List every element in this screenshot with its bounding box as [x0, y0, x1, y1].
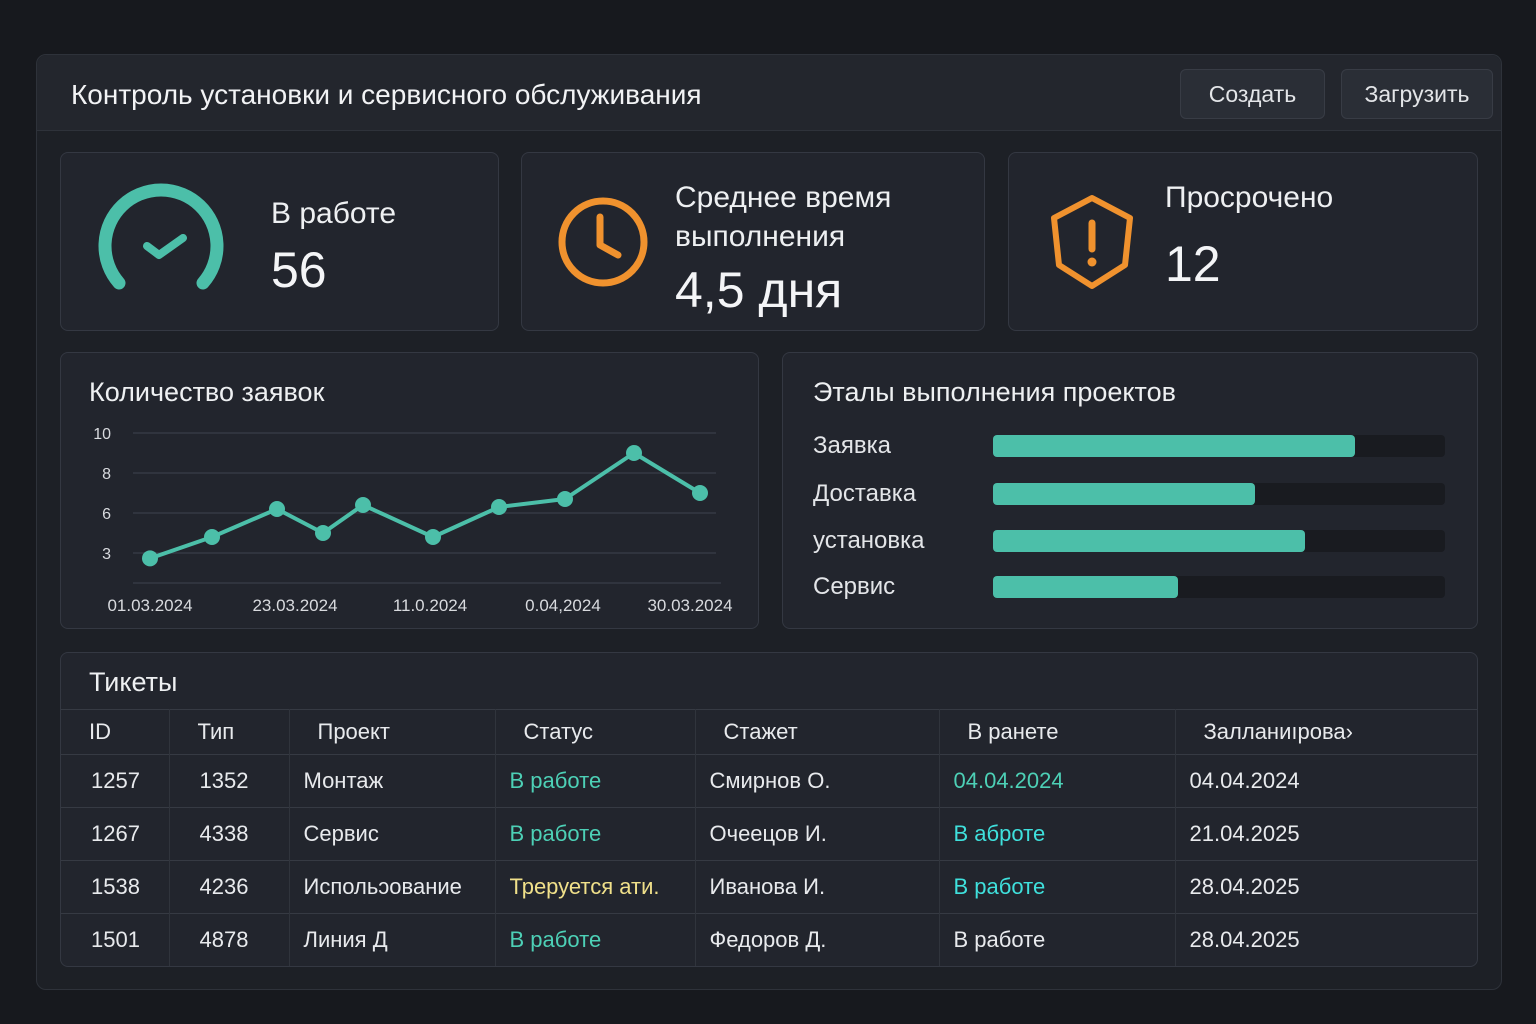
table-cell: Треруется ати.: [495, 860, 696, 914]
stage-progress-bar: [993, 483, 1445, 505]
stage-progress-bar: [993, 530, 1445, 552]
table-cell: 28.04.2025: [1175, 860, 1477, 914]
table-cell: Федоров Д.: [695, 913, 940, 966]
stage-progress-fill: [993, 435, 1355, 457]
table-cell: 1267: [61, 807, 170, 861]
stage-progress-bar: [993, 576, 1445, 598]
line-chart: 3 6 8 10 01.03.2024 23.03.2024 11.0.2024 0.04,2…: [93, 426, 732, 615]
table-cell: 1538: [61, 860, 170, 914]
table-cell: 4236: [169, 860, 290, 914]
stage-label: Заявка: [813, 432, 891, 459]
stages-panel: Эталы выполнения проектов Заявка Доставк…: [782, 352, 1478, 629]
data-point: [269, 501, 285, 517]
table-cell: Линия Д: [289, 913, 496, 966]
column-header[interactable]: Стажет: [695, 709, 940, 755]
tickets-table: ID Тип Проект Статус Стажет В ранете Залланиıр…: [61, 709, 1477, 966]
kpi-in-progress: В работе 56: [60, 152, 499, 331]
create-button[interactable]: Создать: [1180, 69, 1325, 119]
table-cell: 4878: [169, 913, 290, 966]
data-point: [692, 485, 708, 501]
x-tick-label: 11.0.2024: [393, 596, 467, 615]
y-tick-label: 3: [102, 546, 111, 563]
table-cell: В работе: [495, 754, 696, 808]
y-tick-label: 8: [102, 466, 111, 483]
upload-button[interactable]: Загрузить: [1341, 69, 1493, 119]
data-point: [142, 550, 158, 567]
table-row[interactable]: 1257 1352 Монтаж В работе Смирнов О. 04.04.20…: [61, 754, 1477, 808]
kpi-value: 56: [271, 242, 327, 298]
kpi-label: В работе: [271, 197, 397, 230]
stage-progress-fill: [993, 530, 1305, 552]
requests-chart-panel: Количество заявок 3 6 8 10 01.03.2024 23.03.2…: [60, 352, 759, 629]
table-cell: 04.04.2024: [939, 754, 1176, 808]
table-cell: 1501: [61, 913, 170, 966]
stage-progress-bar: [993, 435, 1445, 457]
table-cell: В работе: [495, 807, 696, 861]
table-cell: 4338: [169, 807, 290, 861]
warning-hexagon-icon: [1051, 195, 1133, 289]
table-row[interactable]: 1538 4236 Испольɔование Треруется ати. Ивано…: [61, 860, 1477, 914]
column-header[interactable]: ID: [61, 709, 170, 755]
stages-title: Эталы выполнения проектов: [813, 377, 1176, 407]
data-point: [355, 497, 371, 513]
clock-icon: [558, 197, 648, 287]
table-cell: Очеецов И.: [695, 807, 940, 861]
column-header[interactable]: Тип: [169, 709, 290, 755]
table-cell: 21.04.2025: [1175, 807, 1477, 861]
table-cell: В аброте: [939, 807, 1176, 861]
kpi-label: Среднее время: [675, 181, 892, 214]
data-point: [557, 491, 573, 507]
header: Контроль установки и сервисного обслужив…: [37, 55, 1501, 131]
data-point: [204, 529, 220, 545]
kpi-avg-time: Среднее время выполнения 4,5 дня: [521, 152, 985, 331]
kpi-overdue: Просрочено 12: [1008, 152, 1478, 331]
kpi-value: 4,5 дня: [675, 262, 843, 318]
data-point: [315, 525, 331, 541]
table-cell: Смирнов О.: [695, 754, 940, 808]
stage-progress-fill: [993, 576, 1179, 598]
table-cell: Сервис: [289, 807, 496, 861]
table-row[interactable]: 1267 4338 Сервис В работе Очеецов И. В аброте…: [61, 807, 1477, 861]
gauge-check-icon: [98, 183, 224, 290]
data-point: [626, 445, 642, 461]
column-header[interactable]: В ранете: [939, 709, 1176, 755]
table-cell: 04.04.2024: [1175, 754, 1477, 808]
table-cell: Иванова И.: [695, 860, 940, 914]
table-cell: 1352: [169, 754, 290, 808]
page-title: Контроль установки и сервисного обслужив…: [71, 79, 702, 110]
stage-progress-fill: [993, 483, 1256, 505]
x-tick-label: 0.04,2024: [525, 596, 601, 615]
column-header[interactable]: Залланиıрова›: [1175, 709, 1477, 755]
y-tick-label: 10: [93, 426, 111, 443]
table-cell: В работе: [939, 913, 1176, 966]
x-tick-label: 30.03.2024: [647, 596, 732, 615]
table-cell: Испольɔование: [289, 860, 496, 914]
series-line: [149, 451, 702, 561]
data-point: [425, 529, 441, 545]
stage-label: установка: [813, 527, 925, 554]
tickets-title: Тикеты: [89, 667, 178, 697]
x-tick-label: 23.03.2024: [252, 596, 337, 615]
data-point: [491, 499, 507, 515]
tickets-panel: Тикеты ID Тип Проект Статус Стажет В ранете За…: [60, 652, 1478, 967]
table-cell: 1257: [61, 754, 170, 808]
x-tick-label: 01.03.2024: [107, 596, 192, 615]
kpi-label: Просрочено: [1165, 181, 1334, 214]
y-tick-label: 6: [102, 506, 111, 523]
table-cell: В работе: [495, 913, 696, 966]
kpi-label: выполнения: [675, 220, 846, 253]
column-header[interactable]: Проект: [289, 709, 496, 755]
table-cell: 28.04.2025: [1175, 913, 1477, 966]
stage-label: Доставка: [813, 480, 917, 507]
table-row[interactable]: 1501 4878 Линия ДВ работе Федоров Д. В работ…: [61, 913, 1477, 966]
column-header[interactable]: Статус: [495, 709, 696, 755]
table-cell: Монтаж: [289, 754, 496, 808]
stage-label: Сервис: [813, 573, 896, 600]
kpi-value: 12: [1165, 236, 1221, 292]
table-cell: В работе: [939, 860, 1176, 914]
